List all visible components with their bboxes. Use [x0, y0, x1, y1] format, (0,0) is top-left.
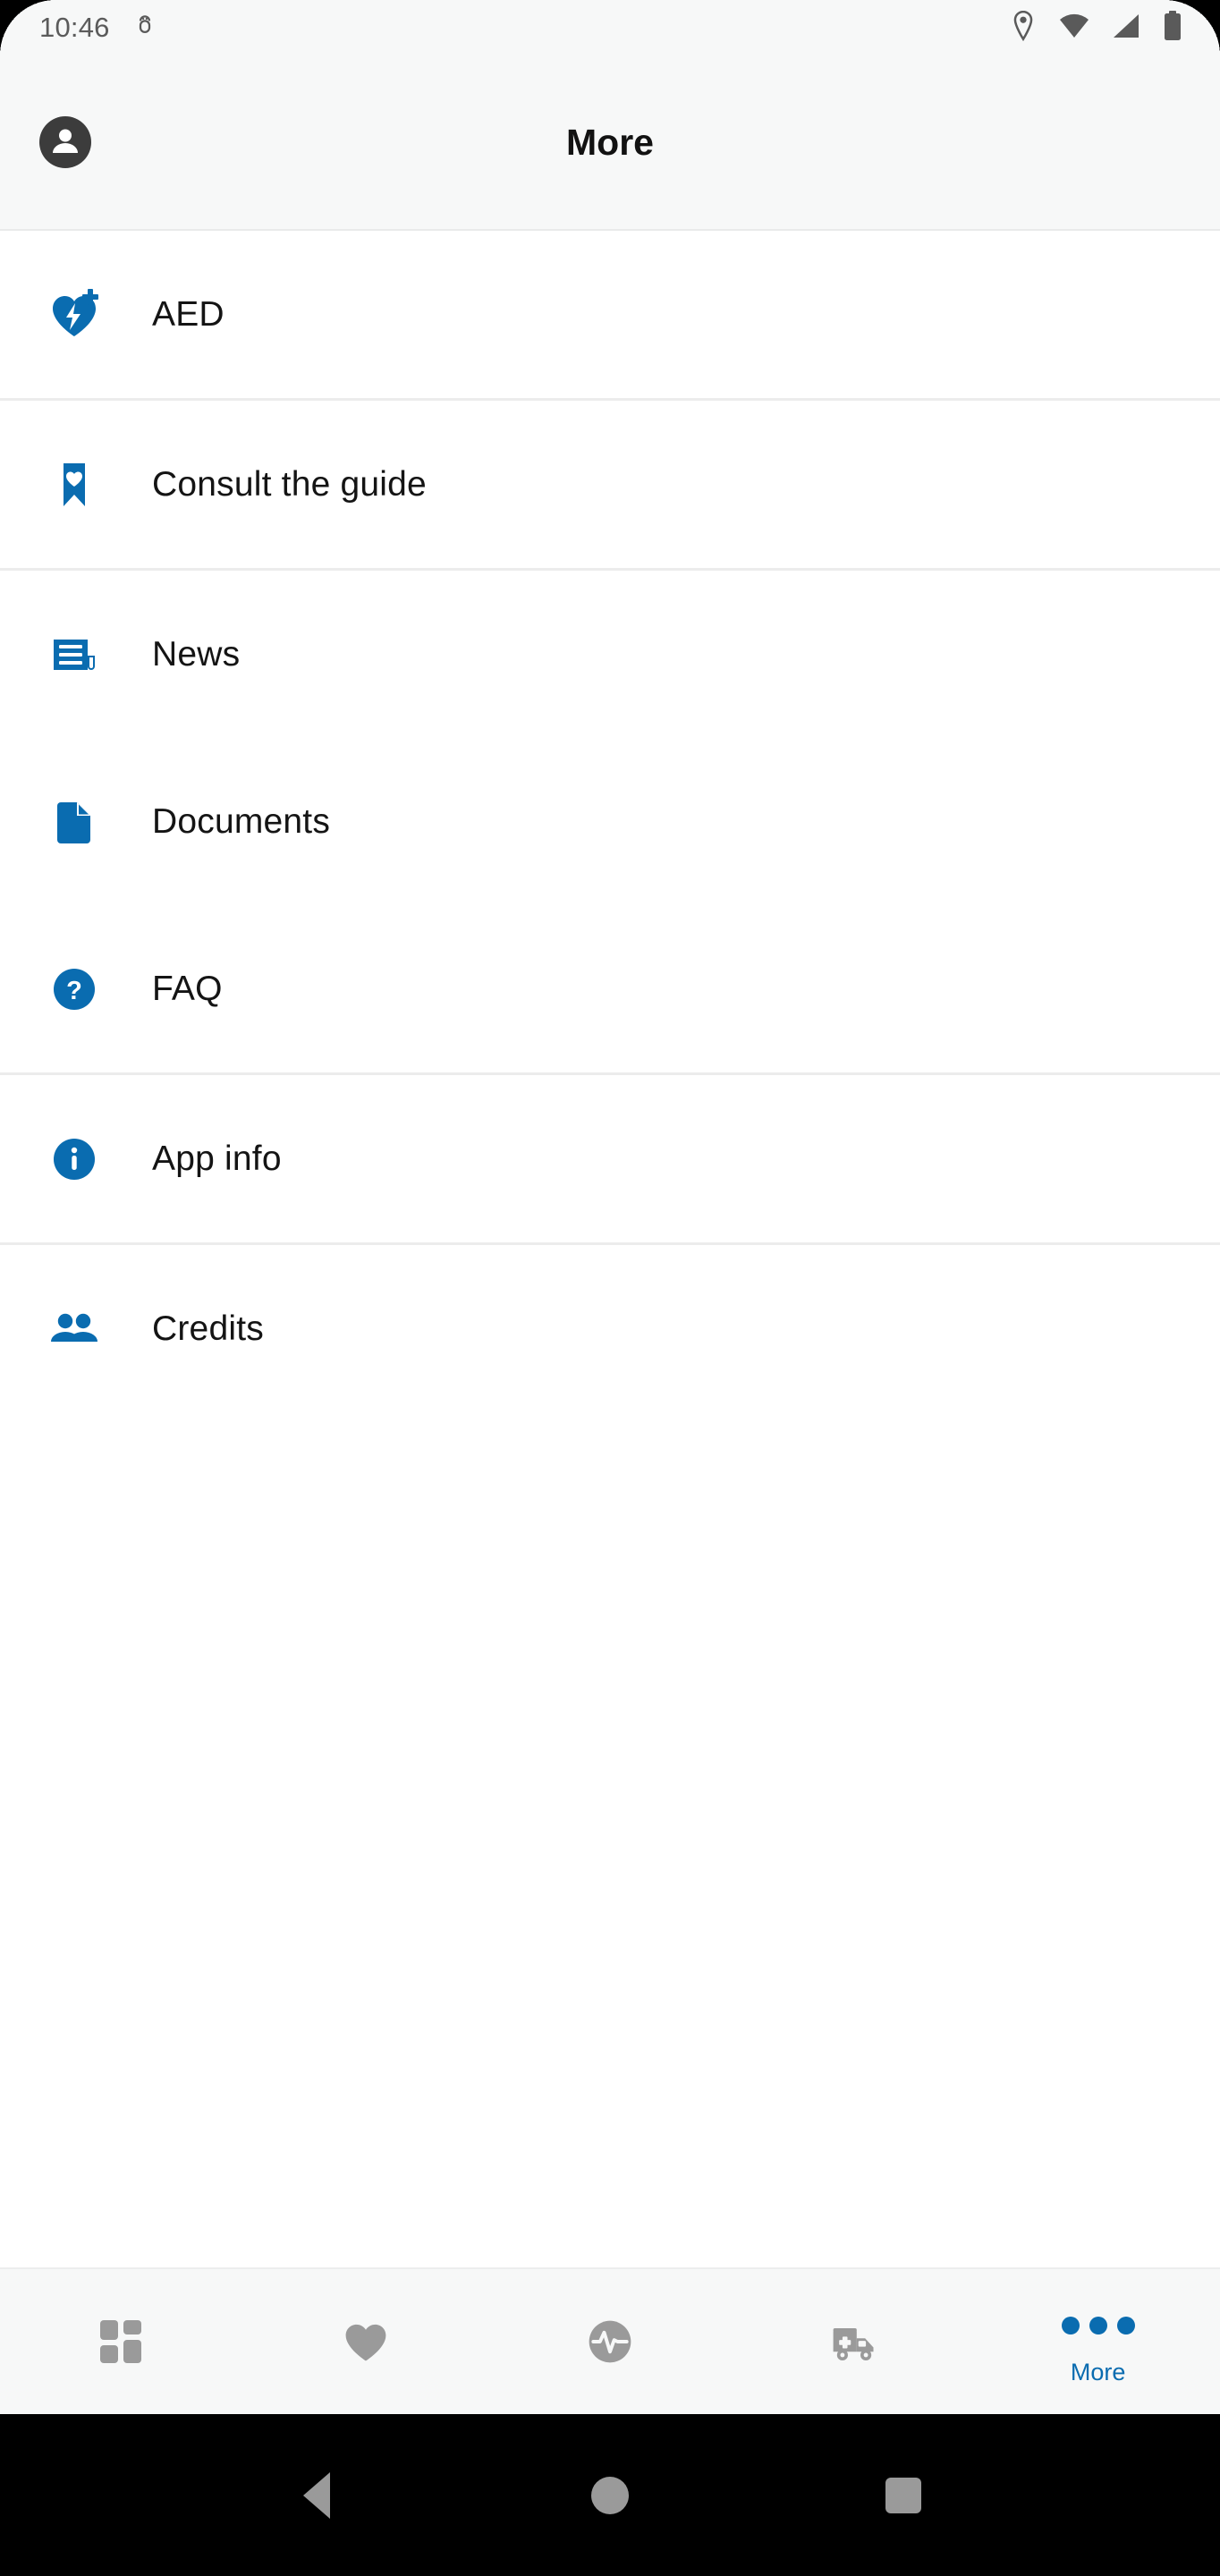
system-navigation-bar: [0, 2414, 1220, 2576]
cellular-signal-icon: [1113, 13, 1140, 43]
account-avatar-button[interactable]: [39, 116, 91, 168]
location-pin-icon: [1011, 10, 1036, 46]
menu-item-label: Credits: [152, 1309, 264, 1348]
menu-item-label: Consult the guide: [152, 464, 427, 504]
android-debug-icon: [131, 13, 158, 44]
more-dot: [1089, 2316, 1107, 2334]
menu-section: AED: [0, 231, 1220, 398]
bottom-navigation-bar: More: [0, 2267, 1220, 2414]
battery-icon: [1163, 10, 1182, 46]
menu-item-label: AED: [152, 294, 225, 334]
people-icon: [47, 1301, 102, 1357]
bottom-nav-label-more: More: [1070, 2358, 1126, 2385]
system-back-button[interactable]: [263, 2442, 370, 2549]
status-bar-clock: 10:46: [39, 12, 110, 43]
recents-square-icon: [885, 2477, 921, 2513]
bottom-nav-item-more[interactable]: More: [976, 2269, 1220, 2414]
menu-item-app-info[interactable]: App info: [0, 1075, 1220, 1242]
menu-section: Credits: [0, 1245, 1220, 1412]
home-circle-icon: [591, 2476, 629, 2514]
menu-item-aed[interactable]: AED: [0, 231, 1220, 398]
menu-item-label: Documents: [152, 801, 331, 841]
more-dot: [1061, 2316, 1080, 2334]
status-bar-system-icons: [1011, 10, 1190, 46]
more-dot: [1116, 2316, 1135, 2334]
menu-section: Consult the guide: [0, 401, 1220, 568]
bottom-nav-item-ambulance[interactable]: [732, 2269, 976, 2414]
system-home-button[interactable]: [556, 2442, 664, 2549]
menu-item-label: App info: [152, 1139, 282, 1178]
status-bar: 10:46: [0, 0, 1220, 55]
menu-section: News Documents ? FAQ: [0, 571, 1220, 1072]
document-icon: [47, 794, 102, 850]
bottom-nav-item-favorites[interactable]: [244, 2269, 488, 2414]
ambulance-icon: [828, 2314, 880, 2369]
app-bar: More: [0, 55, 1220, 231]
system-recents-button[interactable]: [850, 2442, 957, 2549]
bookmark-heart-icon: [47, 457, 102, 513]
dashboard-grid-icon: [97, 2314, 147, 2369]
bottom-nav-item-dashboard[interactable]: [0, 2269, 244, 2414]
menu-item-news[interactable]: News: [0, 571, 1220, 738]
menu-item-credits[interactable]: Credits: [0, 1245, 1220, 1412]
info-circle-icon: [47, 1131, 102, 1187]
menu-item-faq[interactable]: ? FAQ: [0, 905, 1220, 1072]
pulse-circle-icon: [585, 2314, 635, 2369]
menu-item-label: FAQ: [152, 969, 223, 1008]
menu-item-consult-the-guide[interactable]: Consult the guide: [0, 401, 1220, 568]
svg-text:?: ?: [66, 977, 82, 1005]
menu-section: App info: [0, 1075, 1220, 1242]
phone-screen: 10:46 More AED Consult the guide News Do…: [0, 0, 1220, 2576]
heart-icon: [341, 2314, 391, 2369]
menu-item-label: News: [152, 634, 241, 674]
account-circle-icon: [47, 123, 83, 163]
page-title: More: [566, 121, 654, 163]
back-triangle-icon: [303, 2471, 330, 2519]
more-dots-icon: [1061, 2298, 1135, 2353]
menu-item-documents[interactable]: Documents: [0, 738, 1220, 905]
newspaper-icon: [47, 627, 102, 682]
wifi-icon: [1059, 13, 1089, 43]
menu-list: AED Consult the guide News Documents ? F…: [0, 231, 1220, 1412]
status-bar-notification-icons: [131, 13, 158, 44]
bottom-nav-item-vitals[interactable]: [488, 2269, 733, 2414]
help-circle-icon: ?: [47, 962, 102, 1017]
aed-heart-icon: [47, 287, 102, 343]
